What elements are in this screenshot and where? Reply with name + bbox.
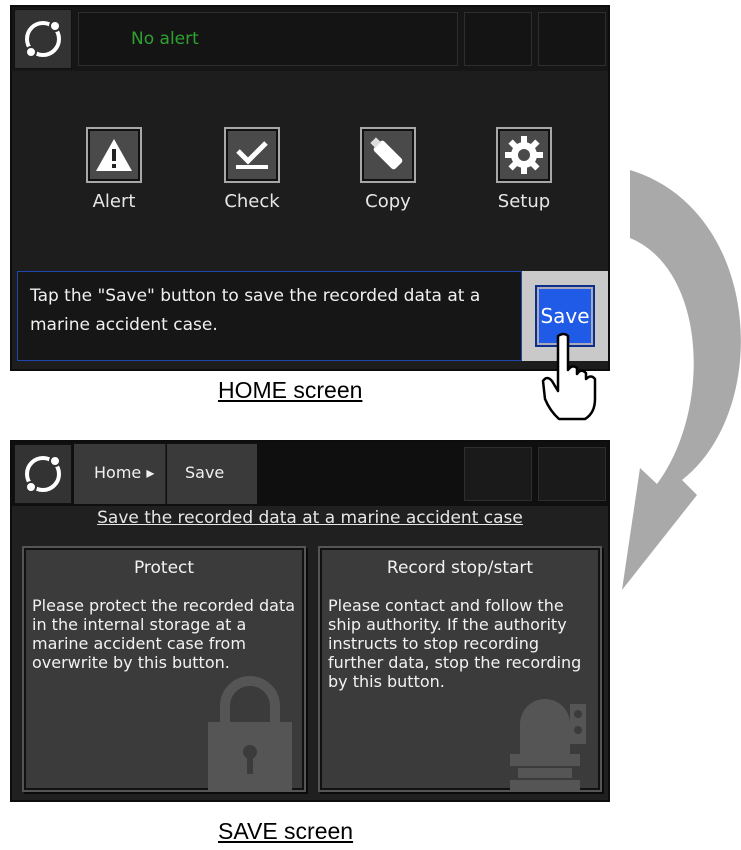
top-bar: No alert [12, 7, 608, 71]
breadcrumb-save[interactable]: Save [167, 444, 257, 504]
check-button[interactable]: Check [202, 127, 302, 212]
setup-button[interactable]: Setup [474, 127, 574, 212]
copy-label: Copy [365, 191, 411, 212]
save-heading: Save the recorded data at a marine accid… [97, 508, 523, 528]
logo[interactable] [14, 9, 72, 69]
alert-button[interactable]: Alert [64, 127, 164, 212]
ring-logo-icon [25, 20, 61, 58]
gear-icon [496, 127, 552, 183]
warning-icon [86, 127, 142, 183]
padlock-icon [208, 676, 292, 790]
alert-status: No alert [78, 12, 458, 66]
breadcrumb-home[interactable]: Home ▸ [74, 444, 166, 504]
save-screen-caption: SAVE screen [218, 818, 354, 844]
record-description: Please contact and follow the ship autho… [328, 596, 582, 691]
record-title: Record stop/start [386, 558, 534, 578]
copy-button[interactable]: Copy [338, 127, 438, 212]
curved-arrow-icon [622, 170, 741, 590]
ring-logo-icon [25, 455, 61, 493]
usb-drive-icon [360, 127, 416, 183]
alert-label: Alert [92, 191, 136, 212]
info-message: Tap the "Save" button to save the record… [17, 271, 522, 361]
home-screen: No alert Alert Check Copy Setup Tap the … [10, 5, 610, 371]
setup-label: Setup [497, 191, 551, 212]
top-bar: Home ▸ Save [12, 442, 608, 506]
protect-title: Protect [133, 558, 195, 578]
recorder-icon [510, 699, 586, 790]
record-stop-start-button[interactable]: Record stop/start Please contact and fol… [318, 546, 602, 792]
status-box-2[interactable] [538, 12, 606, 66]
logo[interactable] [14, 444, 72, 504]
checkmark-icon [224, 127, 280, 183]
check-label: Check [224, 191, 280, 212]
protect-button[interactable]: Protect Please protect the recorded data… [22, 546, 306, 792]
home-screen-caption: HOME screen [218, 377, 363, 403]
status-box-1[interactable] [464, 12, 532, 66]
pointing-hand-icon [541, 332, 597, 421]
status-box-1[interactable] [464, 447, 532, 501]
status-box-2[interactable] [538, 447, 606, 501]
save-screen: Home ▸ Save Save the recorded data at a … [10, 440, 610, 802]
protect-description: Please protect the recorded data in the … [32, 596, 296, 672]
